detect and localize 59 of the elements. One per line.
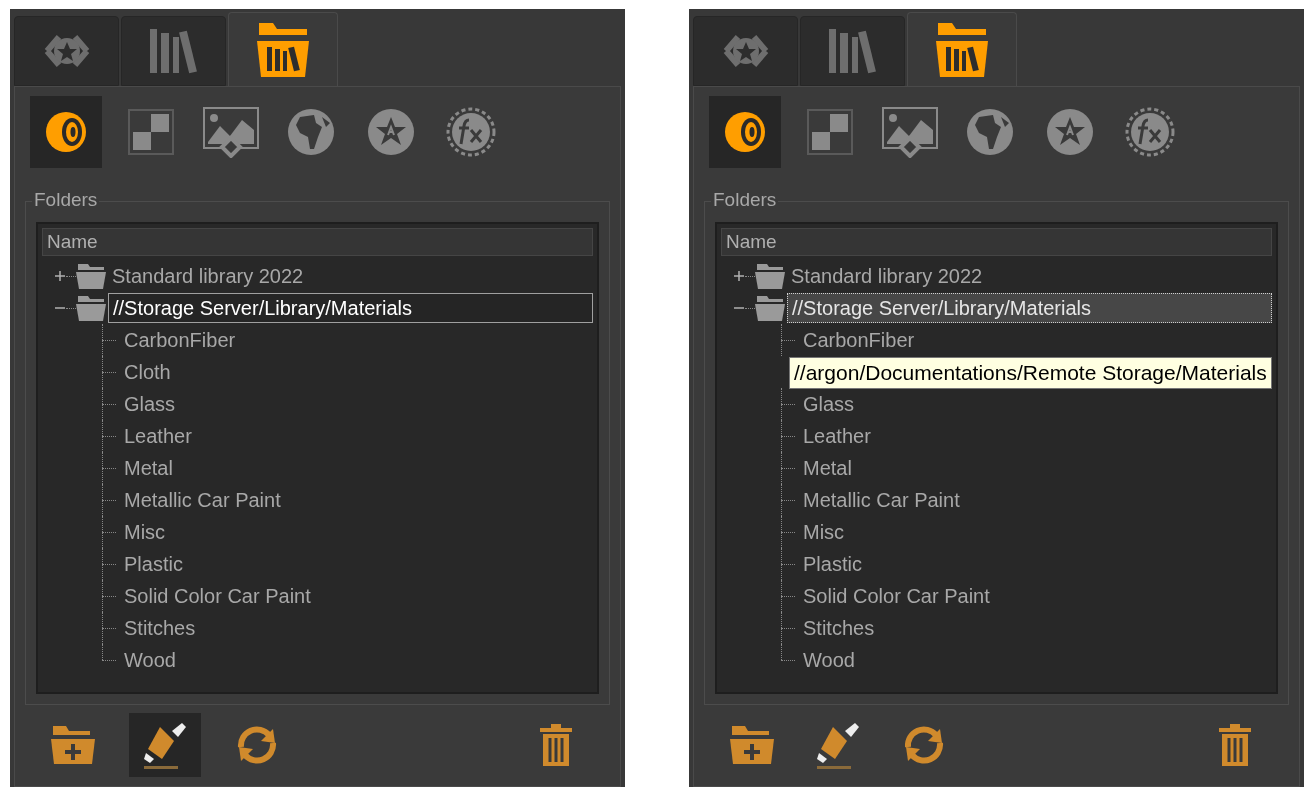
tree-item[interactable]: Leather	[803, 422, 871, 450]
star-badge-icon	[366, 107, 416, 157]
panel-tab[interactable]	[14, 16, 119, 86]
tree-item[interactable]: Metallic Car Paint	[803, 486, 960, 514]
folder-icon	[755, 262, 785, 290]
checker-icon	[807, 109, 853, 155]
tree-item[interactable]: Metal	[803, 454, 852, 482]
tree-item[interactable]: Glass	[124, 390, 176, 418]
image-icon	[202, 106, 260, 158]
panel-tab[interactable]	[907, 12, 1017, 86]
tree-item[interactable]: Misc	[124, 518, 166, 546]
tree-item[interactable]: CarbonFiber	[124, 326, 236, 354]
trash-icon	[1218, 723, 1252, 767]
tree-item[interactable]: //Storage Server/Library/Materials	[787, 293, 1272, 323]
tree-item[interactable]: CarbonFiber	[803, 326, 915, 354]
checker-icon	[128, 109, 174, 155]
tree-item[interactable]: Wood	[803, 646, 855, 674]
folder-icon	[76, 262, 106, 290]
fx-badge-icon	[1124, 106, 1176, 158]
rename-button[interactable]	[129, 713, 201, 777]
tree-item[interactable]: Cloth	[124, 358, 171, 386]
tree-item[interactable]: Stitches	[803, 614, 875, 642]
tree-item[interactable]: Metal	[124, 454, 173, 482]
category-tab[interactable]	[709, 96, 781, 168]
tree-item[interactable]: Standard library 2022	[787, 262, 987, 290]
tree-item[interactable]: Misc	[803, 518, 845, 546]
category-tab[interactable]	[30, 96, 102, 168]
panel-tab[interactable]	[800, 16, 905, 86]
books-folder-icon	[255, 20, 311, 79]
expand-icon[interactable]	[733, 270, 745, 282]
panel-tab[interactable]	[693, 16, 798, 86]
folder-plus-icon	[50, 724, 96, 766]
tree-item[interactable]: Solid Color Car Paint	[803, 582, 990, 610]
path-tooltip: //argon/Documentations/Remote Storage/Materials	[789, 357, 1272, 389]
expand-icon[interactable]	[54, 270, 66, 282]
tree-item[interactable]: Solid Color Car Paint	[124, 582, 311, 610]
column-header[interactable]: Name	[721, 228, 1272, 256]
trash-icon	[539, 723, 573, 767]
panel-tab[interactable]	[121, 16, 226, 86]
books-folder-icon	[934, 20, 990, 79]
globe-icon	[286, 107, 336, 157]
tree-item[interactable]: Leather	[124, 422, 192, 450]
tree-item[interactable]: Plastic	[124, 550, 183, 578]
panel-tab[interactable]	[228, 12, 338, 86]
tree-item[interactable]: Standard library 2022	[108, 262, 308, 290]
rename-field[interactable]: //Storage Server/Library/Materials	[108, 293, 593, 323]
star-badge-icon	[1045, 107, 1095, 157]
folder-plus-icon	[729, 724, 775, 766]
tree-item[interactable]: Metallic Car Paint	[124, 486, 281, 514]
tree-item[interactable]: Plastic	[803, 550, 862, 578]
fx-badge-icon	[445, 106, 497, 158]
tree-item[interactable]: Glass	[803, 390, 855, 418]
folder-icon	[76, 294, 106, 322]
image-icon	[881, 106, 939, 158]
tree-item[interactable]: Wood	[124, 646, 176, 674]
tree-item[interactable]: Stitches	[124, 614, 196, 642]
column-header[interactable]: Name	[42, 228, 593, 256]
folder-icon	[755, 294, 785, 322]
globe-icon	[965, 107, 1015, 157]
